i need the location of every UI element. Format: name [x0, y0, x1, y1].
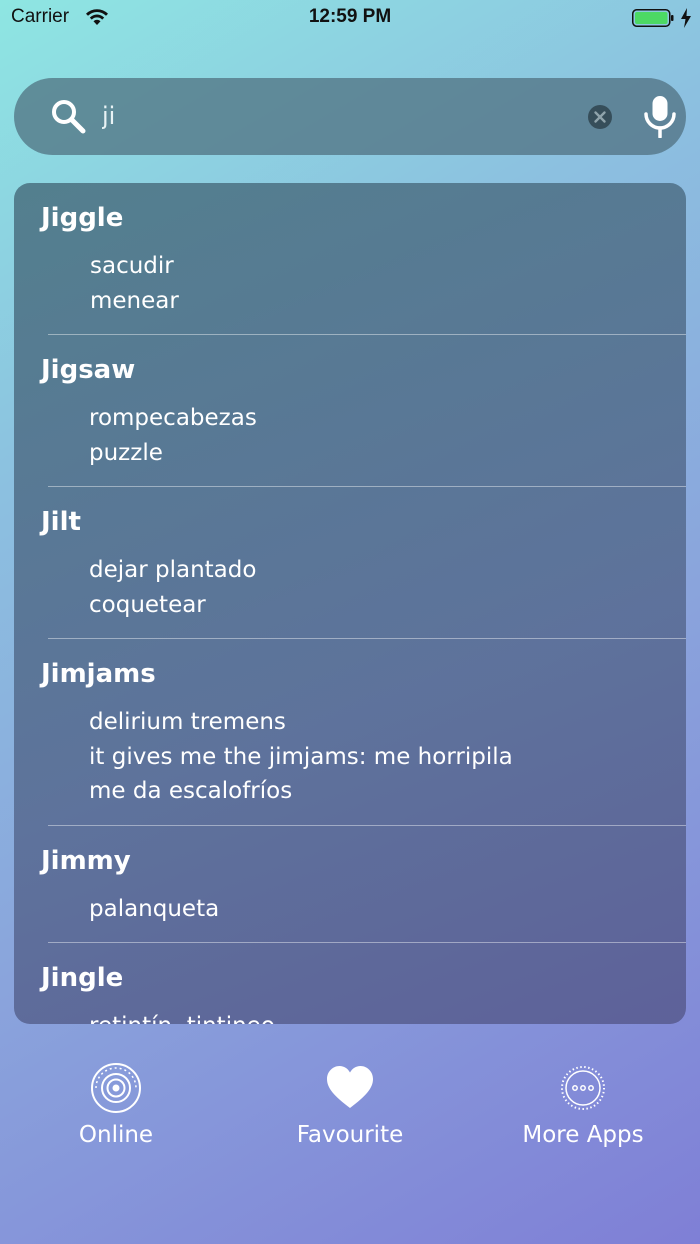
results-list[interactable]: Jiggle sacudir menear Jigsaw rompecabeza… — [14, 183, 686, 1024]
entry-definition: puzzle — [89, 439, 163, 466]
entry-word: Jimmy — [41, 845, 131, 876]
entry-definition: it gives me the jimjams: me horripila — [89, 743, 513, 770]
entry-word: Jingle — [41, 963, 124, 993]
tab-label: Favourite — [296, 1122, 404, 1148]
more-dots-icon — [561, 1066, 605, 1110]
heart-icon — [327, 1066, 373, 1108]
search-icon — [52, 100, 86, 134]
entry-definition: sacudir — [90, 253, 174, 279]
entry-definition: delirium tremens — [89, 709, 286, 735]
entry-word: Jilt — [41, 507, 81, 537]
tab-online[interactable]: Online — [16, 1050, 216, 1148]
status-time: 12:59 PM — [308, 6, 392, 27]
entry-definition: menear — [90, 287, 179, 314]
clear-search-icon[interactable] — [588, 105, 612, 129]
entry-word: Jigsaw — [41, 355, 136, 385]
search-input[interactable] — [102, 96, 562, 136]
charging-bolt-icon — [681, 8, 691, 28]
list-item[interactable]: Jingle retintín, tintineo — [41, 942, 686, 1024]
entry-definition: dejar plantado — [89, 557, 257, 583]
microphone-icon[interactable] — [641, 96, 679, 138]
list-item[interactable]: Jilt dejar plantado coquetear — [41, 486, 686, 638]
tab-bar: Online Favourite More Apps — [0, 1050, 700, 1170]
list-item[interactable]: Jimjams delirium tremens it gives me the… — [41, 638, 686, 825]
entry-definition: coquetear — [89, 591, 206, 618]
entry-definition: palanqueta — [89, 895, 220, 922]
entry-definition: retintín, tintineo — [89, 1009, 686, 1024]
list-item[interactable]: Jiggle sacudir menear — [14, 183, 686, 334]
tab-more-apps[interactable]: More Apps — [483, 1050, 683, 1148]
entry-word: Jimjams — [41, 659, 156, 689]
status-bar: Carrier 12:59 PM — [0, 0, 700, 36]
tab-label: Online — [78, 1122, 154, 1148]
list-item[interactable]: Jimmy palanqueta — [41, 824, 686, 943]
entry-word: Jiggle — [41, 203, 124, 233]
tab-label: More Apps — [522, 1122, 644, 1148]
list-item[interactable]: Jigsaw rompecabezas puzzle — [41, 334, 686, 486]
tab-favourite[interactable]: Favourite — [250, 1050, 450, 1148]
online-broadcast-icon — [91, 1063, 141, 1113]
battery-icon — [632, 9, 674, 27]
entry-definition: me da escalofríos — [89, 778, 293, 804]
entry-definition: rompecabezas — [89, 405, 257, 431]
search-bar[interactable] — [14, 78, 686, 155]
